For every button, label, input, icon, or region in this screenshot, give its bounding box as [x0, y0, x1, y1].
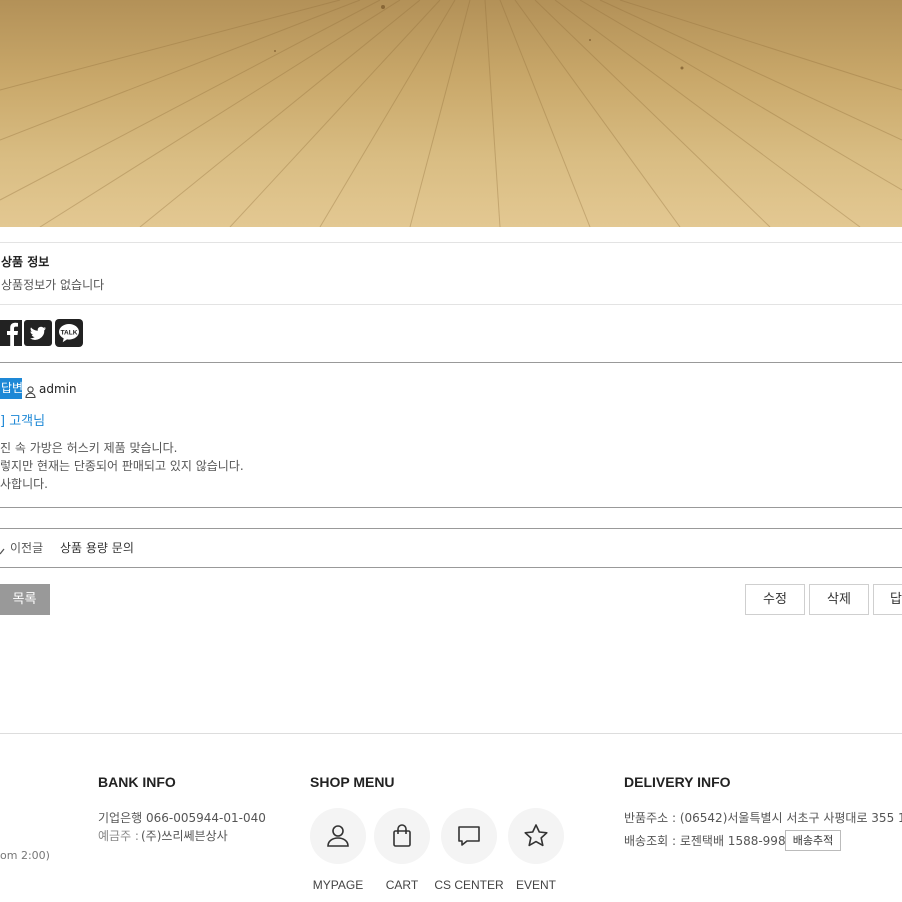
return-address: 반품주소 : (06542)서울특별시 서초구 사평대로 355 1층 — [624, 811, 902, 825]
menu-label-cs-center[interactable]: CS CENTER — [429, 878, 509, 892]
bank-account: 기업은행 066-005944-01-040 — [98, 811, 266, 825]
menu-label-event[interactable]: EVENT — [501, 878, 571, 892]
footer-hours: om 2:00) — [0, 849, 50, 862]
divider — [0, 528, 902, 529]
menu-label-mypage[interactable]: MYPAGE — [303, 878, 373, 892]
answer-line-1: 진 속 가방은 허스키 제품 맞습니다. — [0, 441, 178, 455]
bank-holder: (주)쓰리쎄븐상사 — [141, 829, 228, 843]
product-info-title: 상품 정보 — [1, 255, 50, 269]
mypage-button[interactable] — [310, 808, 366, 864]
cs-center-button[interactable] — [441, 808, 497, 864]
kakaotalk-icon[interactable]: TALK — [55, 319, 83, 347]
cart-button[interactable] — [374, 808, 430, 864]
shop-menu-title: SHOP MENU — [310, 774, 395, 790]
delivery-tracking: 배송조회 : 로젠택배 1588-9988 — [624, 834, 794, 848]
prev-post-link[interactable]: 상품 용량 문의 — [60, 539, 134, 556]
user-icon — [25, 383, 36, 402]
bank-info-title: BANK INFO — [98, 774, 176, 790]
divider — [0, 567, 902, 568]
delivery-info-title: DELIVERY INFO — [624, 774, 731, 790]
menu-label-cart[interactable]: CART — [367, 878, 437, 892]
answer-line-2: 렇지만 현재는 단종되어 판매되고 있지 않습니다. — [0, 459, 244, 473]
prev-post-label: 이전글 — [10, 541, 44, 555]
reply-button[interactable]: 답 — [873, 584, 902, 615]
footer-divider — [0, 733, 902, 734]
divider — [0, 362, 902, 363]
facebook-icon[interactable] — [0, 320, 22, 346]
kakao-talk-label: TALK — [61, 330, 78, 337]
bank-holder-label: 예금주 : — [98, 829, 139, 843]
answer-line-3: 사합니다. — [0, 477, 48, 491]
answer-author: admin — [39, 382, 77, 396]
answer-greeting: ] 고객님 — [0, 414, 46, 429]
event-button[interactable] — [508, 808, 564, 864]
divider — [0, 242, 902, 243]
product-info-text: 상품정보가 없습니다 — [1, 278, 105, 292]
tracking-button[interactable]: 배송추적 — [785, 830, 841, 851]
answer-badge: 답변 — [0, 378, 23, 399]
divider — [0, 304, 902, 305]
delete-button[interactable]: 삭제 — [809, 584, 869, 615]
edit-button[interactable]: 수정 — [745, 584, 805, 615]
user-icon — [327, 837, 349, 847]
product-image — [0, 0, 902, 227]
divider — [0, 507, 902, 508]
list-button[interactable]: 목록 — [0, 584, 50, 615]
chevron-up-icon — [0, 541, 7, 560]
twitter-icon[interactable] — [24, 320, 52, 346]
